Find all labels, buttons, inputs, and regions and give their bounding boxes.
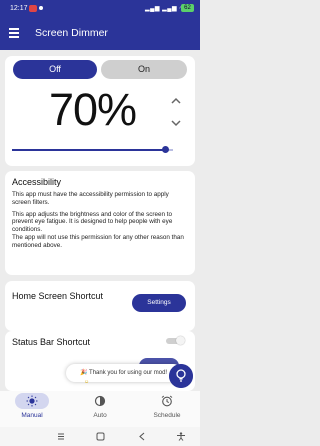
system-navigation-bar	[0, 427, 200, 446]
toggle-knob	[176, 336, 185, 345]
toast-text: Thank you for using our mod!	[89, 370, 168, 376]
auto-brightness-icon	[94, 395, 106, 407]
hamburger-menu-icon[interactable]	[9, 28, 19, 38]
battery-indicator: 62	[181, 4, 194, 12]
app-title: Screen Dimmer	[35, 27, 108, 39]
bottom-navigation: Manual Auto Schedule	[0, 391, 200, 427]
back-icon[interactable]	[138, 432, 146, 441]
status-shortcut-toggle[interactable]	[166, 336, 185, 345]
alarm-clock-icon	[161, 395, 173, 407]
accessibility-heading: Accessibility	[12, 177, 62, 187]
dim-slider-thumb[interactable]	[162, 146, 169, 153]
accessibility-card: Accessibility This app must have the acc…	[5, 171, 195, 275]
home-shortcut-heading: Home Screen Shortcut	[12, 291, 104, 301]
notification-icon	[29, 5, 37, 12]
on-button[interactable]: On	[101, 60, 187, 79]
party-icon: 🎉	[80, 370, 90, 376]
smile-emoji-icon: ☺	[84, 379, 90, 385]
nav-schedule-label: Schedule	[153, 412, 181, 419]
dim-level-text: 70%	[49, 84, 137, 135]
accessibility-paragraph-1: This app must have the accessibility per…	[12, 191, 169, 206]
accessibility-paragraph-3: The app will not use this permission for…	[12, 233, 184, 249]
lightbulb-fab-icon[interactable]	[169, 364, 193, 388]
accessibility-paragraph-2: This app adjusts the brightness and colo…	[12, 210, 173, 234]
notification-dot-icon	[39, 6, 43, 10]
increase-chevron-up-icon[interactable]	[170, 95, 182, 107]
status-shortcut-heading: Status Bar Shortcut	[12, 337, 91, 347]
recent-apps-icon[interactable]	[57, 432, 65, 441]
decrease-chevron-down-icon[interactable]	[170, 117, 182, 129]
home-icon[interactable]	[96, 432, 105, 441]
dimmer-card: Off On 70%	[5, 56, 195, 166]
system-status-bar: 12:17 ▂▄▆ ▂▄▆ ◠ 62	[0, 0, 200, 18]
dim-slider-track[interactable]	[12, 149, 170, 151]
signal-wifi-icons: ▂▄▆ ▂▄▆ ◠	[145, 6, 186, 12]
nav-auto-label: Auto	[93, 412, 107, 419]
home-shortcut-settings-button[interactable]: Settings	[132, 294, 186, 312]
nav-schedule[interactable]: Schedule	[142, 395, 192, 419]
off-button[interactable]: Off	[13, 60, 97, 79]
app-bar: Screen Dimmer	[0, 18, 200, 50]
nav-auto[interactable]: Auto	[75, 395, 125, 419]
sun-icon	[26, 395, 38, 407]
nav-manual-label: Manual	[21, 412, 43, 419]
clock-text: 12:17	[10, 5, 28, 12]
accessibility-person-icon[interactable]	[176, 432, 186, 441]
nav-manual[interactable]: Manual	[7, 393, 57, 419]
